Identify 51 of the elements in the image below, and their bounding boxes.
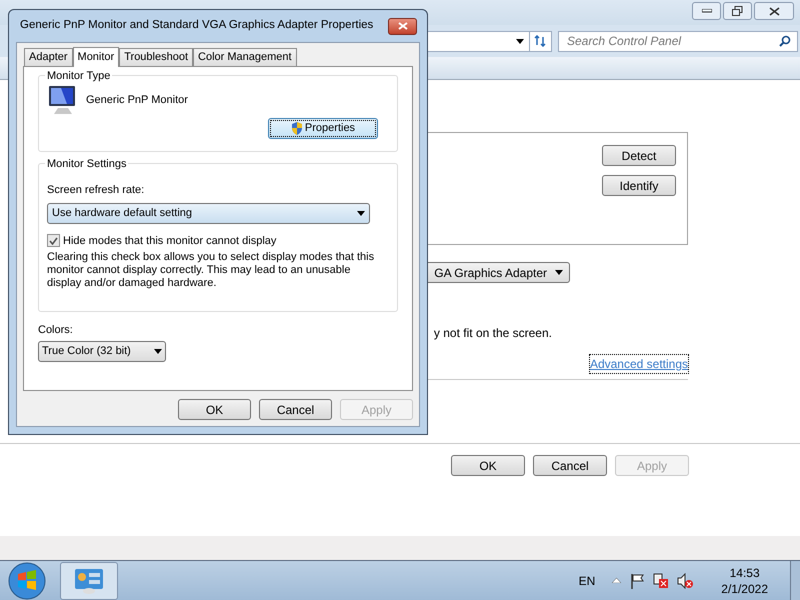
dialog-title: Generic PnP Monitor and Standard VGA Graphics Adapter Properties xyxy=(20,18,374,34)
ok-button[interactable]: OK xyxy=(178,399,251,420)
check-icon xyxy=(49,236,58,245)
caret-icon xyxy=(555,270,563,275)
advanced-settings-link[interactable]: Advanced settings xyxy=(590,355,688,373)
refresh-icon xyxy=(534,35,548,47)
search-field[interactable]: Search Control Panel xyxy=(558,30,798,52)
network-error-icon[interactable] xyxy=(653,572,670,588)
checkbox[interactable] xyxy=(47,234,60,248)
refresh-rate-dropdown[interactable]: Use hardware default setting xyxy=(47,202,370,224)
cancel-button[interactable]: Cancel xyxy=(259,399,332,420)
close-icon xyxy=(398,22,408,30)
colors-label: Colors: xyxy=(38,323,74,338)
resolution-note: y not fit on the screen. xyxy=(434,325,552,342)
identify-button[interactable]: Identify xyxy=(602,175,676,196)
minimize-button[interactable] xyxy=(692,2,721,20)
restore-button[interactable] xyxy=(723,2,752,20)
detect-button[interactable]: Detect xyxy=(602,145,676,166)
restore-icon xyxy=(732,6,743,16)
start-button[interactable] xyxy=(8,562,46,600)
shield-icon xyxy=(290,122,303,135)
tab[interactable]: Color Management xyxy=(193,48,297,66)
monitor-icon xyxy=(48,84,78,116)
control-panel-icon xyxy=(74,566,104,594)
close-button[interactable] xyxy=(388,18,417,34)
caret-icon xyxy=(516,38,524,44)
caret-icon xyxy=(154,348,162,354)
minimize-icon xyxy=(702,9,712,13)
caret-icon xyxy=(357,210,365,216)
show-hidden-icons-icon[interactable] xyxy=(612,578,622,583)
properties-button[interactable]: Properties xyxy=(268,118,378,139)
checkbox-label: Hide modes that this monitor cannot display xyxy=(63,234,276,248)
tab[interactable]: Adapter xyxy=(24,48,73,66)
tab[interactable]: Troubleshoot xyxy=(119,48,194,66)
ok-button[interactable]: OK xyxy=(451,455,525,476)
monitor-name: Generic PnP Monitor xyxy=(86,92,188,108)
tab[interactable]: Monitor xyxy=(72,47,120,67)
group-legend: Monitor Type xyxy=(45,68,112,84)
refresh-rate-label: Screen refresh rate: xyxy=(47,183,146,198)
speaker-muted-icon[interactable] xyxy=(677,572,694,588)
language-indicator[interactable]: EN xyxy=(578,572,596,590)
flag-icon[interactable] xyxy=(631,572,646,588)
taskbar-app-button[interactable] xyxy=(60,562,118,600)
colors-dropdown[interactable]: True Color (32 bit) xyxy=(38,340,166,362)
cancel-button[interactable]: Cancel xyxy=(533,455,607,476)
close-button[interactable] xyxy=(754,2,794,20)
group-legend: Monitor Settings xyxy=(45,156,128,172)
search-icon xyxy=(779,34,791,46)
clock[interactable]: 14:53 2/1/2022 xyxy=(721,564,768,596)
warning-description: Clearing this check box allows you to select display modes that this monitor cannot display correctly. This may lead to an unusable display and/or damaged hardware. xyxy=(47,251,376,290)
close-icon xyxy=(768,6,780,16)
